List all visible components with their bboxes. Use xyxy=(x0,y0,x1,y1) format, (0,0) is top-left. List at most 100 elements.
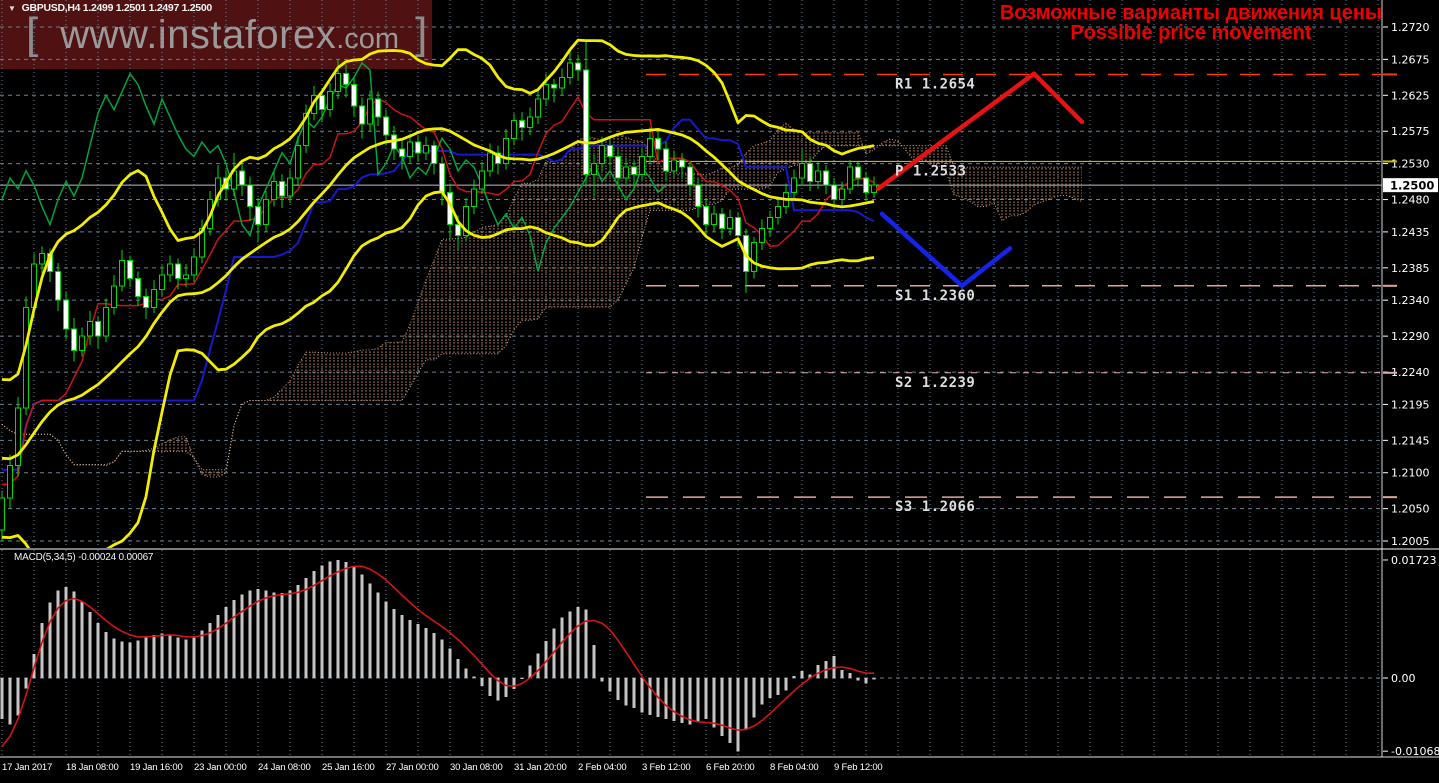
macd-bar xyxy=(640,678,644,713)
pivot-lines xyxy=(646,73,1381,498)
macd-bar xyxy=(72,591,76,678)
macd-bar xyxy=(576,606,580,678)
macd-bar xyxy=(616,678,620,700)
macd-bar xyxy=(120,641,124,678)
time-axis[interactable]: 17 Jan 2017 18 Jan 08:00 19 Jan 16:00 23 Ja… xyxy=(0,760,1382,783)
candle-body xyxy=(671,159,677,172)
candle-body xyxy=(831,184,837,201)
candle-body xyxy=(647,137,653,157)
macd-bar xyxy=(864,678,868,684)
candle-body xyxy=(87,321,93,337)
candle-body xyxy=(599,145,605,165)
macd-bar xyxy=(760,678,764,705)
candle-body xyxy=(23,306,29,409)
candle-body xyxy=(0,497,5,531)
macd-bar xyxy=(512,678,516,689)
candle-body xyxy=(519,119,525,129)
macd-bar xyxy=(344,562,348,678)
candle-body xyxy=(295,145,301,179)
time-axis-label: 8 Feb 04:00 xyxy=(770,762,819,773)
pivot-label-r1: R1 1.2654 xyxy=(895,76,975,92)
macd-bar xyxy=(592,645,596,678)
price-axis-label: 1.2435 xyxy=(1391,226,1430,239)
time-axis-label: 25 Jan 16:00 xyxy=(322,762,375,773)
macd-bar xyxy=(688,678,692,725)
current-price-label: 1.2500 xyxy=(1390,179,1434,193)
macd-bar xyxy=(392,608,396,678)
macd-bar xyxy=(384,601,388,678)
candle-body xyxy=(263,199,269,226)
macd-bar xyxy=(632,678,636,709)
candle-body xyxy=(167,263,173,276)
price-axis-label: 1.2290 xyxy=(1391,330,1430,343)
candle-body xyxy=(127,260,133,280)
price-axis-label: 1.2340 xyxy=(1391,294,1430,307)
candle-body xyxy=(847,166,853,190)
macd-bar xyxy=(536,653,540,678)
macd-bar xyxy=(752,678,756,718)
candle-body xyxy=(335,73,341,93)
time-axis-label: 9 Feb 12:00 xyxy=(834,762,883,773)
candle-body xyxy=(175,263,181,280)
chart-expand-icon[interactable]: ▼ xyxy=(8,4,16,13)
macd-bar xyxy=(304,577,308,678)
macd-bar xyxy=(440,639,444,678)
chart-canvas[interactable]: R1 1.2654 P 1.2533 S1 1.2360 S2 1.2239 S3 1.… xyxy=(0,0,1439,783)
candle-body xyxy=(751,242,757,272)
candle-body xyxy=(143,296,149,308)
macd-bar xyxy=(248,590,252,678)
candle-body xyxy=(703,206,709,226)
candle-body xyxy=(695,184,701,208)
macd-bar xyxy=(432,632,436,678)
candle-body xyxy=(119,260,125,287)
macd-bar xyxy=(720,678,724,737)
macd-bar xyxy=(288,590,292,678)
candle-body xyxy=(767,217,773,229)
candle-body xyxy=(287,177,293,197)
time-axis-label: 23 Jan 00:00 xyxy=(194,762,247,773)
candle-body xyxy=(399,148,405,157)
macd-bar xyxy=(416,623,420,678)
macd-bar xyxy=(408,619,412,678)
candle-body xyxy=(247,184,253,208)
candle-body xyxy=(343,73,349,86)
candle-body xyxy=(63,299,69,330)
candle-body xyxy=(815,170,821,183)
macd-bar xyxy=(152,634,156,678)
macd-bar xyxy=(56,590,60,678)
candle-body xyxy=(551,84,557,89)
macd-bar xyxy=(128,642,132,678)
macd-bar xyxy=(624,678,628,706)
candle-body xyxy=(807,163,813,183)
candle-body xyxy=(383,116,389,136)
candle-body xyxy=(631,166,637,175)
candle-body xyxy=(567,62,573,78)
macd-bar xyxy=(840,669,844,678)
candle-body xyxy=(583,69,589,175)
macd-axis-label: 0.00 xyxy=(1391,672,1416,685)
macd-bar xyxy=(200,630,204,678)
macd-bar xyxy=(728,678,732,744)
candle-body xyxy=(111,285,117,308)
macd-bar xyxy=(504,678,508,698)
candle-body xyxy=(471,188,477,208)
candle-body xyxy=(711,213,717,226)
candle-body xyxy=(775,206,781,219)
time-axis-label: 27 Jan 00:00 xyxy=(386,762,439,773)
macd-bar xyxy=(184,639,188,678)
candle-body xyxy=(799,163,805,179)
macd-bar xyxy=(800,671,804,678)
chart-title: GBPUSD,H4 1.2499 1.2501 1.2497 1.2500 xyxy=(21,2,213,14)
pivot-label-s3: S3 1.2066 xyxy=(895,499,975,515)
candle-body xyxy=(367,98,373,125)
candle-body xyxy=(439,163,445,193)
price-axis-label: 1.2530 xyxy=(1391,158,1430,171)
price-axis-label: 1.2100 xyxy=(1391,467,1430,480)
candle-body xyxy=(607,145,613,157)
macd-bar xyxy=(480,678,484,687)
pivot-label-s1: S1 1.2360 xyxy=(895,288,975,304)
macd-bar xyxy=(336,560,340,678)
pivot-label-s2: S2 1.2239 xyxy=(895,375,975,391)
candle-body xyxy=(407,141,413,157)
macd-bar xyxy=(272,592,276,678)
